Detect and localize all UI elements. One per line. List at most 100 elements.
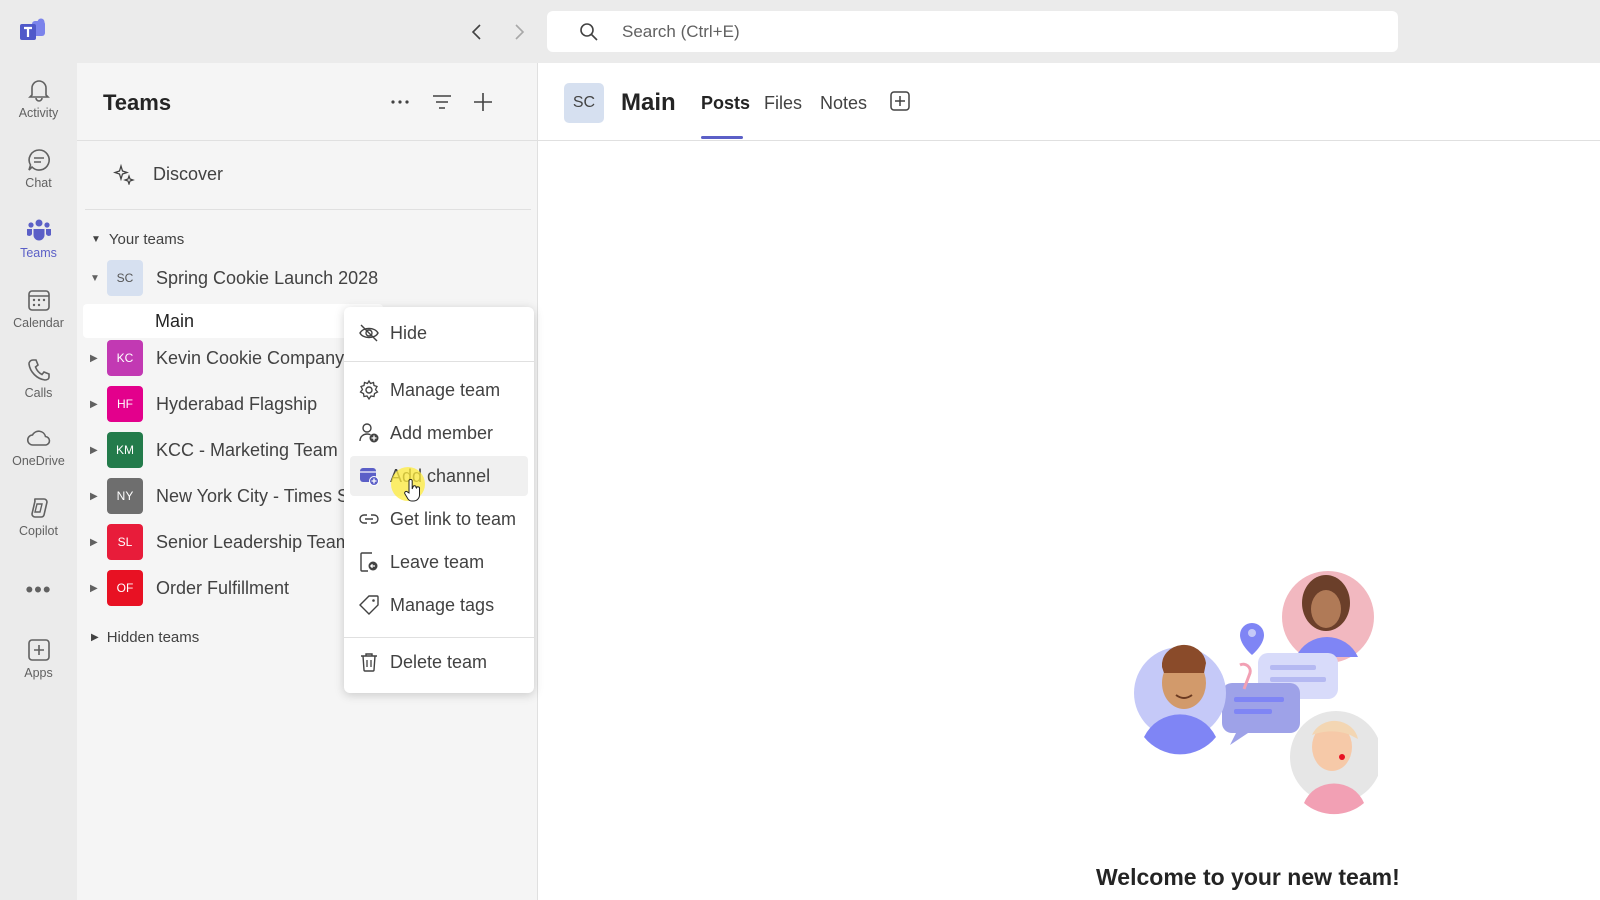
team-avatar: HF [107, 386, 143, 422]
hidden-teams-label: Hidden teams [106, 629, 200, 646]
divider [344, 637, 534, 638]
search-icon [580, 23, 598, 41]
plus-icon [474, 93, 492, 111]
rail-item-chat[interactable]: Chat [0, 139, 77, 205]
menu-label: Manage tags [390, 594, 495, 615]
rail-label: Chat [25, 176, 52, 190]
menu-label: Hide [390, 322, 428, 343]
rail-label: Teams [20, 246, 57, 260]
your-teams-label: Your teams [108, 231, 185, 248]
menu-item-manage-tags[interactable]: Manage tags [350, 585, 528, 625]
tab-posts[interactable]: Posts [701, 93, 750, 114]
menu-item-add-channel[interactable]: Add channel [350, 456, 528, 496]
team-name: KCC - Marketing Team [156, 439, 338, 460]
rail-label: Calendar [13, 316, 64, 330]
trash-icon [361, 653, 377, 672]
caret-down-icon: ▼ [90, 272, 100, 284]
forward-button[interactable] [507, 20, 531, 44]
active-tab-indicator [701, 136, 743, 139]
rail-item-onedrive[interactable]: OneDrive [0, 417, 77, 483]
menu-label: Add member [390, 422, 494, 443]
menu-label: Get link to team [390, 508, 517, 529]
more-apps-button[interactable]: ••• [0, 575, 77, 605]
rail-label: Copilot [19, 524, 58, 538]
discover-link[interactable]: Discover [113, 159, 223, 189]
tag-icon [359, 595, 379, 615]
app-rail: Activity Chat Teams Calendar Calls OneDr… [0, 63, 77, 900]
add-person-icon [359, 423, 379, 443]
gear-icon [359, 379, 379, 401]
more-options-button[interactable] [385, 87, 415, 117]
team-avatar: KC [107, 340, 143, 376]
divider [85, 209, 531, 210]
rail-item-copilot[interactable]: Copilot [0, 487, 77, 553]
discover-label: Discover [153, 163, 224, 184]
menu-item-manage-team[interactable]: Manage team [350, 370, 528, 410]
caret-right-icon: ▶ [91, 632, 99, 643]
divider [77, 140, 538, 141]
team-avatar: KM [107, 432, 143, 468]
link-icon [359, 514, 379, 524]
channel-name: Main [155, 311, 195, 331]
phone-icon [27, 359, 50, 381]
rail-item-calendar[interactable]: Calendar [0, 279, 77, 345]
rail-label: OneDrive [12, 454, 65, 468]
teams-logo-icon [20, 18, 45, 40]
welcome-heading: Welcome to your new team! [1096, 864, 1400, 890]
teams-icon [26, 219, 51, 241]
rail-item-apps[interactable]: Apps [0, 629, 77, 695]
your-teams-header[interactable]: ▼ Your teams [91, 231, 184, 248]
team-name: Kevin Cookie Company [156, 347, 345, 368]
caret-right-icon: ▶ [90, 352, 98, 364]
rail-item-calls[interactable]: Calls [0, 349, 77, 415]
back-button[interactable] [465, 20, 489, 44]
team-name: Senior Leadership Team [156, 531, 351, 552]
chevron-left-icon [471, 24, 481, 40]
rail-item-teams[interactable]: Teams [0, 209, 77, 275]
bell-icon [27, 80, 50, 102]
caret-right-icon: ▶ [90, 398, 98, 410]
rail-label: Activity [18, 106, 59, 120]
calendar-icon [27, 290, 50, 311]
hidden-teams-header[interactable]: ▶ Hidden teams [91, 629, 199, 646]
add-tab-icon[interactable] [889, 90, 911, 112]
filter-button[interactable] [427, 87, 457, 117]
menu-item-leave-team[interactable]: Leave team [350, 542, 528, 582]
caret-right-icon: ▶ [90, 582, 98, 594]
divider [344, 361, 534, 362]
welcome-illustration [1134, 571, 1378, 815]
more-horizontal-icon [391, 100, 409, 104]
chat-icon [27, 149, 50, 171]
tab-files[interactable]: Files [764, 93, 802, 114]
add-channel-icon [360, 468, 379, 486]
caret-right-icon: ▶ [90, 490, 98, 502]
menu-item-delete-team[interactable]: Delete team [350, 642, 528, 682]
filter-icon [433, 95, 451, 109]
hand-cursor-icon [404, 479, 420, 502]
team-name: Hyderabad Flagship [156, 393, 318, 414]
caret-right-icon: ▶ [90, 444, 98, 456]
apps-icon [27, 639, 50, 661]
search-input[interactable] [622, 11, 1362, 52]
channel-row-main[interactable]: Main [83, 304, 383, 338]
team-avatar: SC [107, 260, 143, 296]
team-name: Order Fulfillment [156, 577, 290, 598]
menu-item-add-member[interactable]: Add member [350, 413, 528, 453]
caret-down-icon: ▼ [91, 234, 101, 245]
menu-label: Leave team [390, 551, 485, 572]
channel-avatar: SC [564, 83, 604, 123]
cloud-icon [26, 430, 50, 446]
caret-right-icon: ▶ [90, 536, 98, 548]
rail-label: Calls [24, 386, 53, 400]
rail-label: Apps [24, 666, 53, 680]
tab-notes[interactable]: Notes [820, 93, 867, 114]
team-row-spring-cookie[interactable]: ▼ SC Spring Cookie Launch 2028 [77, 258, 538, 298]
search-box[interactable] [547, 11, 1398, 52]
leave-icon [360, 552, 378, 572]
rail-item-activity[interactable]: Activity [0, 69, 77, 135]
menu-item-get-link[interactable]: Get link to team [350, 499, 528, 539]
team-context-menu: Hide Manage team Add member Add channel … [344, 307, 534, 693]
create-team-button[interactable] [468, 87, 498, 117]
menu-item-hide[interactable]: Hide [350, 313, 528, 353]
team-avatar: OF [107, 570, 143, 606]
